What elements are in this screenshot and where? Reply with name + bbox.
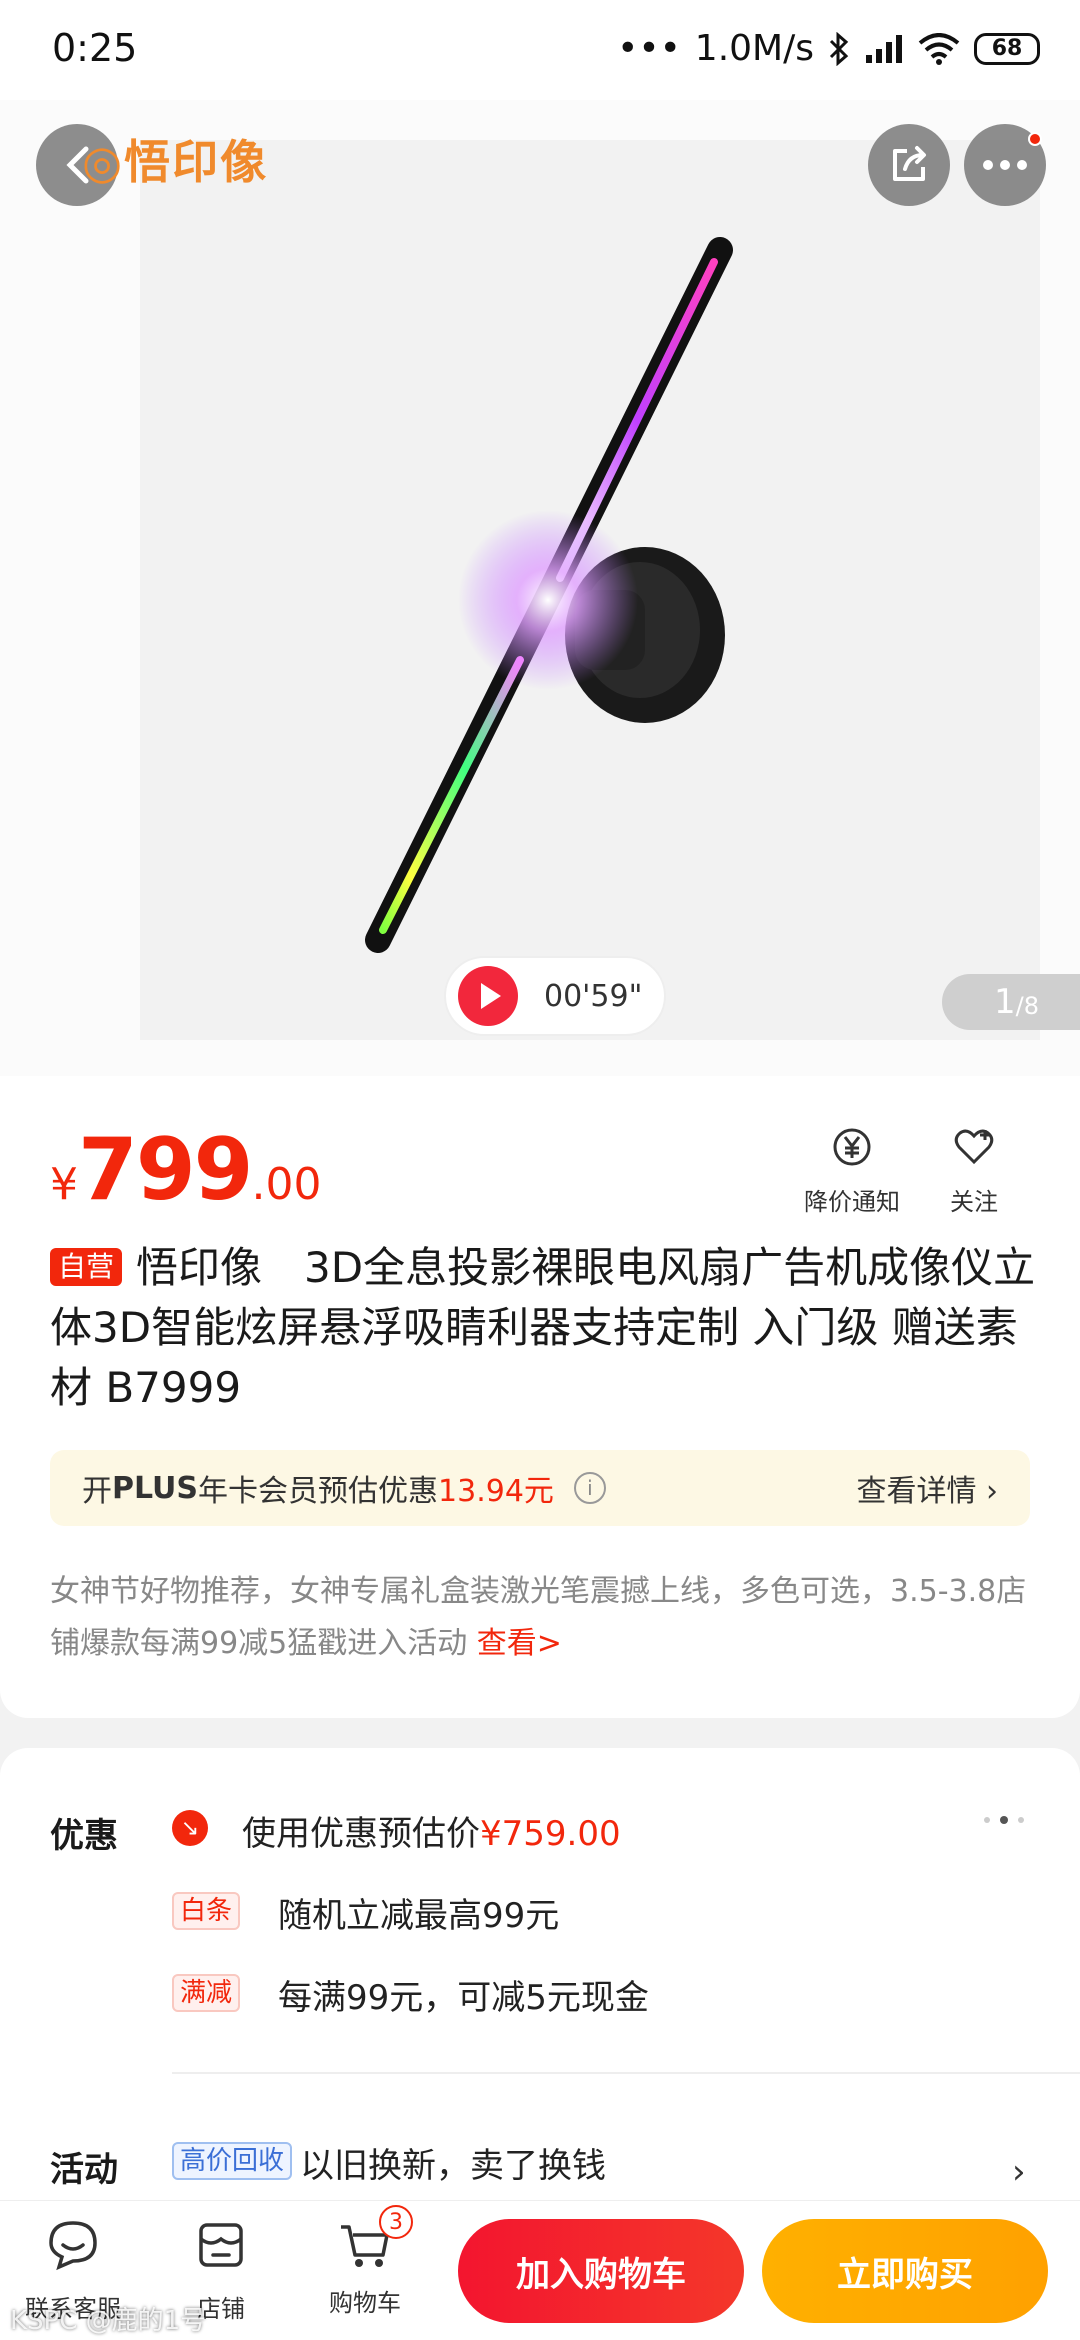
wifi-icon: [918, 32, 960, 65]
self-operated-badge: 自营: [50, 1248, 123, 1286]
notification-dot: [1028, 132, 1042, 146]
monkey-logo-icon: ◎: [82, 135, 125, 189]
status-icons: ••• 1.0M/s 68: [617, 28, 1040, 69]
dots-icon: •••: [617, 28, 681, 69]
baitiao-text[interactable]: 随机立减最高99元: [278, 1888, 559, 1937]
follow-label: 关注: [950, 1188, 998, 1216]
price-alert-label: 降价通知: [804, 1188, 900, 1216]
baitiao-tag: 白条: [172, 1892, 241, 1930]
plus-prefix: 开: [82, 1474, 112, 1509]
shop-icon: [199, 2223, 243, 2267]
coupon-price-row[interactable]: 使用优惠预估价¥759.00: [242, 1806, 621, 1855]
cart-button[interactable]: 3 购物车: [300, 2205, 430, 2318]
coupon-icon: ↘: [172, 1810, 208, 1846]
price-integer: 799: [78, 1120, 254, 1220]
shop-logo[interactable]: ◎悟印像: [82, 126, 268, 192]
product-gallery[interactable]: ◎悟印像 00'59" 1/8: [0, 100, 1080, 1080]
product-price: ¥ 799 .00: [50, 1120, 322, 1220]
manjian-tag: 满减: [172, 1974, 241, 2012]
plus-detail-link[interactable]: 查看详情 ›: [856, 1466, 998, 1510]
plus-member-banner[interactable]: 开 PLUS 年卡会员预估优惠 13.94元 i 查看详情 ›: [50, 1450, 1030, 1526]
cart-label: 购物车: [329, 2289, 401, 2317]
chat-icon: [49, 2221, 97, 2271]
price-symbol: ¥: [50, 1159, 78, 1210]
shop-logo-text: 悟印像: [124, 135, 269, 189]
price-decimal: .00: [251, 1159, 322, 1210]
share-button[interactable]: [868, 124, 950, 206]
product-title: 自营 悟印像 3D全息投影裸眼电风扇广告机成像仪立体3D智能炫屏悬浮吸睛利器支持定…: [50, 1238, 1040, 1418]
more-dots-icon: [983, 160, 1027, 170]
image-counter-total: /8: [1015, 992, 1039, 1020]
more-button[interactable]: [964, 124, 1046, 206]
price-alert-button[interactable]: 降价通知: [804, 1126, 900, 1217]
more-offers-dots[interactable]: [984, 1816, 1024, 1824]
activity-tag: 高价回收: [172, 2142, 293, 2180]
manjian-text[interactable]: 每满99元，可减5元现金: [278, 1970, 649, 2019]
buy-now-button[interactable]: 立即购买: [762, 2219, 1048, 2323]
coupon-prefix: 使用优惠预估价: [242, 1814, 480, 1854]
cart-icon-wrap: 3: [335, 2205, 413, 2275]
image-counter-current: 1: [994, 982, 1016, 1022]
product-page: 0:25 ••• 1.0M/s 68 ◎悟印像 00'59" 1 /8 ¥ 79…: [0, 0, 1080, 2340]
image-counter: 1/8: [942, 974, 1080, 1030]
product-info-card: ¥ 799 .00 降价通知 关注 自营 悟印像 3D全息投影裸眼电风扇广告机成像…: [0, 1076, 1080, 1718]
info-icon[interactable]: i: [573, 1472, 606, 1504]
video-play-button[interactable]: 00'59": [444, 956, 666, 1036]
offers-card: 优惠 ↘ 使用优惠预估价¥759.00 白条 随机立减最高99元 满减 每满99…: [0, 1748, 1080, 2208]
play-icon: [458, 966, 518, 1026]
plus-text: 年卡会员预估优惠: [198, 1474, 439, 1509]
activity-label: 活动: [50, 2150, 118, 2190]
network-speed: 1.0M/s: [694, 28, 814, 69]
divider: [172, 2072, 1080, 2074]
heart-icon: [954, 1129, 994, 1165]
chevron-right-icon[interactable]: ›: [1012, 2152, 1026, 2192]
product-title-text: 悟印像 3D全息投影裸眼电风扇广告机成像仪立体3D智能炫屏悬浮吸睛利器支持定制 …: [50, 1243, 1036, 1412]
promo-text: 女神节好物推荐，女神专属礼盒装激光笔震撼上线，多色可选，3.5-3.8店铺爆款每…: [50, 1566, 1040, 1670]
add-to-cart-button[interactable]: 加入购物车: [458, 2219, 744, 2323]
video-duration: 00'59": [544, 978, 643, 1014]
coupon-price: ¥759.00: [480, 1814, 621, 1854]
share-icon: [893, 146, 926, 181]
follow-button[interactable]: 关注: [950, 1126, 998, 1217]
offers-label: 优惠: [50, 1816, 118, 1856]
watermark: KSPC @鹿的1号: [10, 2306, 207, 2336]
price-alert-icon: [833, 1128, 871, 1166]
plus-amount: 13.94元: [438, 1474, 554, 1509]
signal-icon: [866, 34, 902, 63]
cart-count-badge: 3: [379, 2205, 413, 2239]
status-bar: 0:25 ••• 1.0M/s 68: [0, 0, 1080, 100]
battery-icon: 68: [974, 32, 1040, 65]
plus-bold: PLUS: [112, 1470, 199, 1506]
bluetooth-icon: [829, 31, 849, 66]
activity-text[interactable]: 以旧换新，卖了换钱: [300, 2138, 606, 2187]
status-time: 0:25: [52, 26, 138, 70]
product-image[interactable]: [0, 100, 1080, 1080]
promo-link[interactable]: 查看>: [477, 1626, 562, 1661]
